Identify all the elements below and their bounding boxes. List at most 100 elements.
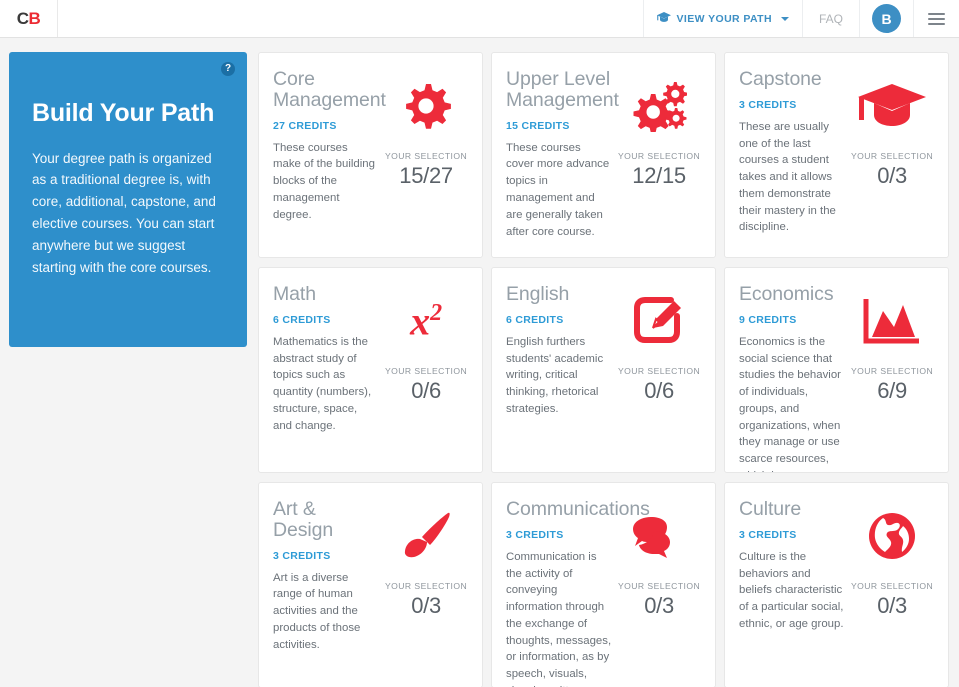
- hamburger-menu-icon: [928, 10, 945, 28]
- page-title: Build Your Path: [32, 99, 215, 127]
- card-selection-column: YOUR SELECTION 0/3: [617, 499, 701, 677]
- chevron-down-icon: [780, 16, 789, 21]
- card-selection-column: YOUR SELECTION 6/9: [850, 284, 934, 462]
- selection-value: 0/6: [644, 378, 674, 403]
- header-spacer: [58, 0, 643, 37]
- menu-button[interactable]: [913, 0, 959, 37]
- selection-label: YOUR SELECTION: [617, 151, 701, 161]
- app-logo[interactable]: CB: [0, 0, 58, 37]
- course-card-communications[interactable]: Communications 3 CREDITS Communication i…: [491, 482, 716, 687]
- card-title: Communications: [506, 498, 650, 520]
- graduation-cap-icon: [656, 11, 671, 26]
- card-selection-column: YOUR SELECTION 15/27: [384, 69, 468, 247]
- course-card-upper-level-management[interactable]: Upper Level Management 15 CREDITS These …: [491, 52, 716, 258]
- selection-label: YOUR SELECTION: [384, 581, 468, 591]
- card-title: Economics: [739, 283, 834, 305]
- card-description: Economics is the social science that stu…: [739, 335, 841, 472]
- card-credits: 6 CREDITS: [273, 313, 331, 326]
- card-selection-column: YOUR SELECTION 0/3: [850, 69, 934, 247]
- card-text-column: Communications 3 CREDITS Communication i…: [506, 498, 650, 687]
- view-your-path-label: VIEW YOUR PATH: [676, 12, 772, 25]
- card-selection-column: YOUR SELECTION 0/3: [850, 499, 934, 677]
- graduation-cap-icon: [857, 75, 927, 137]
- selection-value: 0/3: [877, 593, 907, 618]
- selection-value: 12/15: [632, 163, 686, 188]
- selection-label: YOUR SELECTION: [850, 151, 934, 161]
- logo-letter-c: C: [16, 8, 29, 28]
- card-description: Culture is the behaviors and beliefs cha…: [739, 550, 844, 630]
- card-description: Mathematics is the abstract study of top…: [273, 335, 372, 432]
- gear-icon: [400, 75, 452, 137]
- gears-icon: [631, 75, 688, 137]
- card-selection-column: x2 YOUR SELECTION 0/6: [384, 284, 468, 462]
- area-chart-icon: [863, 290, 921, 352]
- card-credits: 27 CREDITS: [273, 119, 337, 132]
- selection-value: 6/9: [877, 378, 907, 403]
- view-your-path-button[interactable]: VIEW YOUR PATH: [642, 0, 802, 37]
- card-title: Math: [273, 283, 316, 305]
- card-credits: 6 CREDITS: [506, 313, 564, 326]
- card-text-column: Math 6 CREDITS Mathematics is the abstra…: [273, 284, 384, 462]
- selection-value: 15/27: [399, 163, 453, 188]
- course-card-math[interactable]: Math 6 CREDITS Mathematics is the abstra…: [258, 267, 483, 473]
- card-description: Communication is the activity of conveyi…: [506, 550, 612, 687]
- avatar: B: [872, 4, 901, 33]
- card-title: Capstone: [739, 68, 822, 90]
- faq-link[interactable]: FAQ: [801, 0, 859, 37]
- card-description: These courses cover more advance topics …: [506, 141, 610, 238]
- card-title: Upper Level Management: [506, 68, 619, 111]
- card-description: These courses make of the building block…: [273, 141, 375, 221]
- course-category-grid: Core Management 27 CREDITS These courses…: [258, 52, 949, 687]
- selection-label: YOUR SELECTION: [384, 151, 468, 161]
- build-your-path-panel: ? Build Your Path Your degree path is or…: [9, 52, 247, 347]
- course-card-capstone[interactable]: Capstone 3 CREDITS These are usually one…: [724, 52, 949, 258]
- card-credits: 3 CREDITS: [273, 549, 331, 562]
- card-selection-column: YOUR SELECTION 0/3: [384, 499, 468, 677]
- card-text-column: Culture 3 CREDITS Culture is the behavio…: [739, 499, 850, 677]
- card-selection-column: YOUR SELECTION 12/15: [617, 69, 701, 247]
- intro-description: Your degree path is organized as a tradi…: [32, 150, 216, 275]
- globe-icon: [867, 505, 917, 567]
- page-body: ? Build Your Path Your degree path is or…: [0, 38, 959, 687]
- card-text-column: Economics 9 CREDITS Economics is the soc…: [739, 283, 850, 472]
- card-text-column: English 6 CREDITS English furthers stude…: [506, 284, 617, 462]
- card-credits: 15 CREDITS: [506, 119, 570, 132]
- card-title: Art & Design: [273, 498, 334, 541]
- card-description: These are usually one of the last course…: [739, 120, 836, 234]
- selection-value: 0/3: [877, 163, 907, 188]
- course-card-culture[interactable]: Culture 3 CREDITS Culture is the behavio…: [724, 482, 949, 687]
- logo-letter-b: B: [28, 8, 41, 28]
- course-card-english[interactable]: English 6 CREDITS English furthers stude…: [491, 267, 716, 473]
- selection-value: 0/3: [644, 593, 674, 618]
- card-text-column: Upper Level Management 15 CREDITS These …: [506, 68, 619, 247]
- card-description: English furthers students' academic writ…: [506, 335, 604, 415]
- help-icon[interactable]: ?: [221, 62, 235, 76]
- card-text-column: Capstone 3 CREDITS These are usually one…: [739, 69, 850, 247]
- top-header-bar: CB VIEW YOUR PATH FAQ B: [0, 0, 959, 38]
- card-title: English: [506, 283, 570, 305]
- paintbrush-icon: [400, 505, 452, 567]
- selection-label: YOUR SELECTION: [617, 581, 701, 591]
- card-credits: 3 CREDITS: [739, 98, 797, 111]
- card-text-column: Core Management 27 CREDITS These courses…: [273, 68, 386, 247]
- user-avatar-button[interactable]: B: [859, 0, 913, 37]
- card-credits: 3 CREDITS: [739, 528, 797, 541]
- card-title: Core Management: [273, 68, 386, 111]
- pencil-edit-icon: [633, 290, 685, 352]
- selection-label: YOUR SELECTION: [850, 366, 934, 376]
- card-credits: 9 CREDITS: [739, 313, 797, 326]
- x-squared-icon: x2: [410, 298, 443, 344]
- selection-value: 0/6: [411, 378, 441, 403]
- card-selection-column: YOUR SELECTION 0/6: [617, 284, 701, 462]
- course-card-art-design[interactable]: Art & Design 3 CREDITS Art is a diverse …: [258, 482, 483, 687]
- course-card-economics[interactable]: Economics 9 CREDITS Economics is the soc…: [724, 267, 949, 473]
- card-title: Culture: [739, 498, 802, 520]
- card-text-column: Art & Design 3 CREDITS Art is a diverse …: [273, 499, 384, 677]
- course-card-core-management[interactable]: Core Management 27 CREDITS These courses…: [258, 52, 483, 258]
- card-credits: 3 CREDITS: [506, 528, 564, 541]
- card-description: Art is a diverse range of human activiti…: [273, 571, 361, 651]
- selection-label: YOUR SELECTION: [384, 366, 468, 376]
- speech-bubbles-icon: [630, 505, 688, 567]
- selection-label: YOUR SELECTION: [617, 366, 701, 376]
- selection-label: YOUR SELECTION: [850, 581, 934, 591]
